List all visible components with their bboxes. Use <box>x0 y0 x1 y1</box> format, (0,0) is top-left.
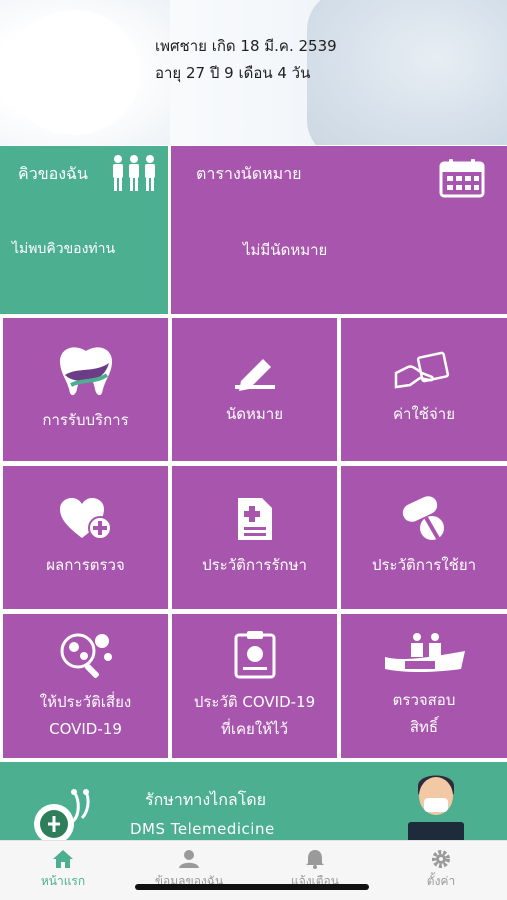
virus-magnifier-icon <box>60 633 112 678</box>
calendar-icon <box>439 159 485 198</box>
service-tile[interactable]: การรับบริการ <box>3 318 168 461</box>
check-rights-label-line2: สิทธิ์ <box>409 718 439 736</box>
gear-icon <box>432 850 450 868</box>
appointment-label: นัดหมาย <box>226 405 283 423</box>
exam-results-tile[interactable]: ผลการตรวจ <box>3 466 168 609</box>
tab-home-label: หน้าแรก <box>40 874 86 888</box>
pills-icon <box>402 496 444 540</box>
tab-settings[interactable]: ตั้งค่า <box>378 849 504 891</box>
bell-icon <box>306 850 324 869</box>
covid-history-tile[interactable]: ประวัติ COVID-19 ที่เคยให้ไว้ <box>172 614 337 758</box>
check-rights-label-line1: ตรวจสอบ <box>392 691 456 709</box>
appointment-schedule-card[interactable]: ตารางนัดหมาย ไม่มีนัดหมาย <box>171 146 507 314</box>
people-queue-icon <box>113 155 155 191</box>
exam-results-label: ผลการตรวจ <box>46 556 125 574</box>
doctor-illustration-icon <box>408 775 464 842</box>
telemedicine-line1: รักษาทางไกลโดย <box>145 790 267 809</box>
my-queue-empty-text: ไม่พบคิวของท่าน <box>12 241 116 257</box>
medical-document-icon <box>237 498 272 540</box>
profile-age: อายุ 27 ปี 9 เดือน 4 วัน <box>155 64 311 82</box>
appointment-schedule-title: ตารางนัดหมาย <box>196 164 302 183</box>
covid-history-label-line1: ประวัติ COVID-19 <box>193 693 316 711</box>
my-queue-title: คิวของฉัน <box>18 164 88 183</box>
profile-header: เพศชาย เกิด 18 มี.ค. 2539 อายุ 27 ปี 9 เ… <box>0 0 507 145</box>
appointment-tile[interactable]: นัดหมาย <box>172 318 337 461</box>
service-label: การรับบริการ <box>42 411 129 429</box>
home-indicator <box>135 884 369 890</box>
virus-clipboard-icon <box>234 631 275 679</box>
user-icon <box>179 850 199 868</box>
nhso-logo-icon <box>385 633 465 672</box>
appointment-empty-text: ไม่มีนัดหมาย <box>243 241 328 259</box>
check-rights-tile[interactable]: ตรวจสอบ สิทธิ์ <box>341 614 507 758</box>
stethoscope-logo-icon <box>34 789 90 842</box>
heart-plus-icon <box>59 498 112 540</box>
profile-gender-birthdate: เพศชาย เกิด 18 มี.ค. 2539 <box>155 37 337 55</box>
my-queue-card[interactable]: คิวของฉัน ไม่พบคิวของท่าน <box>0 146 168 314</box>
tooth-icon <box>59 347 112 396</box>
medication-history-tile[interactable]: ประวัติการใช้ยา <box>341 466 507 609</box>
covid-risk-tile[interactable]: ให้ประวัติเสี่ยง COVID-19 <box>3 614 168 758</box>
telemedicine-line2: DMS Telemedicine <box>130 820 275 838</box>
tab-settings-label: ตั้งค่า <box>426 874 456 888</box>
treatment-history-label: ประวัติการรักษา <box>202 556 307 574</box>
medication-history-label: ประวัติการใช้ยา <box>371 556 477 574</box>
telemedicine-banner[interactable]: รักษาทางไกลโดย DMS Telemedicine <box>0 762 507 842</box>
hand-money-icon <box>394 351 450 389</box>
expenses-tile[interactable]: ค่าใช้จ่าย <box>341 318 507 461</box>
pencil-edit-icon <box>234 359 275 391</box>
treatment-history-tile[interactable]: ประวัติการรักษา <box>172 466 337 609</box>
covid-risk-label-line2: COVID-19 <box>49 720 122 738</box>
expenses-label: ค่าใช้จ่าย <box>393 405 455 423</box>
bottom-tab-bar: หน้าแรก ข้อมูลของฉัน แจ้งเตือน ตั้งค่า <box>0 840 507 900</box>
covid-history-label-line2: ที่เคยให้ไว้ <box>220 720 289 738</box>
tab-home[interactable]: หน้าแรก <box>0 849 126 891</box>
home-icon <box>53 850 73 868</box>
covid-risk-label-line1: ให้ประวัติเสี่ยง <box>39 693 132 711</box>
avatar[interactable] <box>8 10 140 135</box>
